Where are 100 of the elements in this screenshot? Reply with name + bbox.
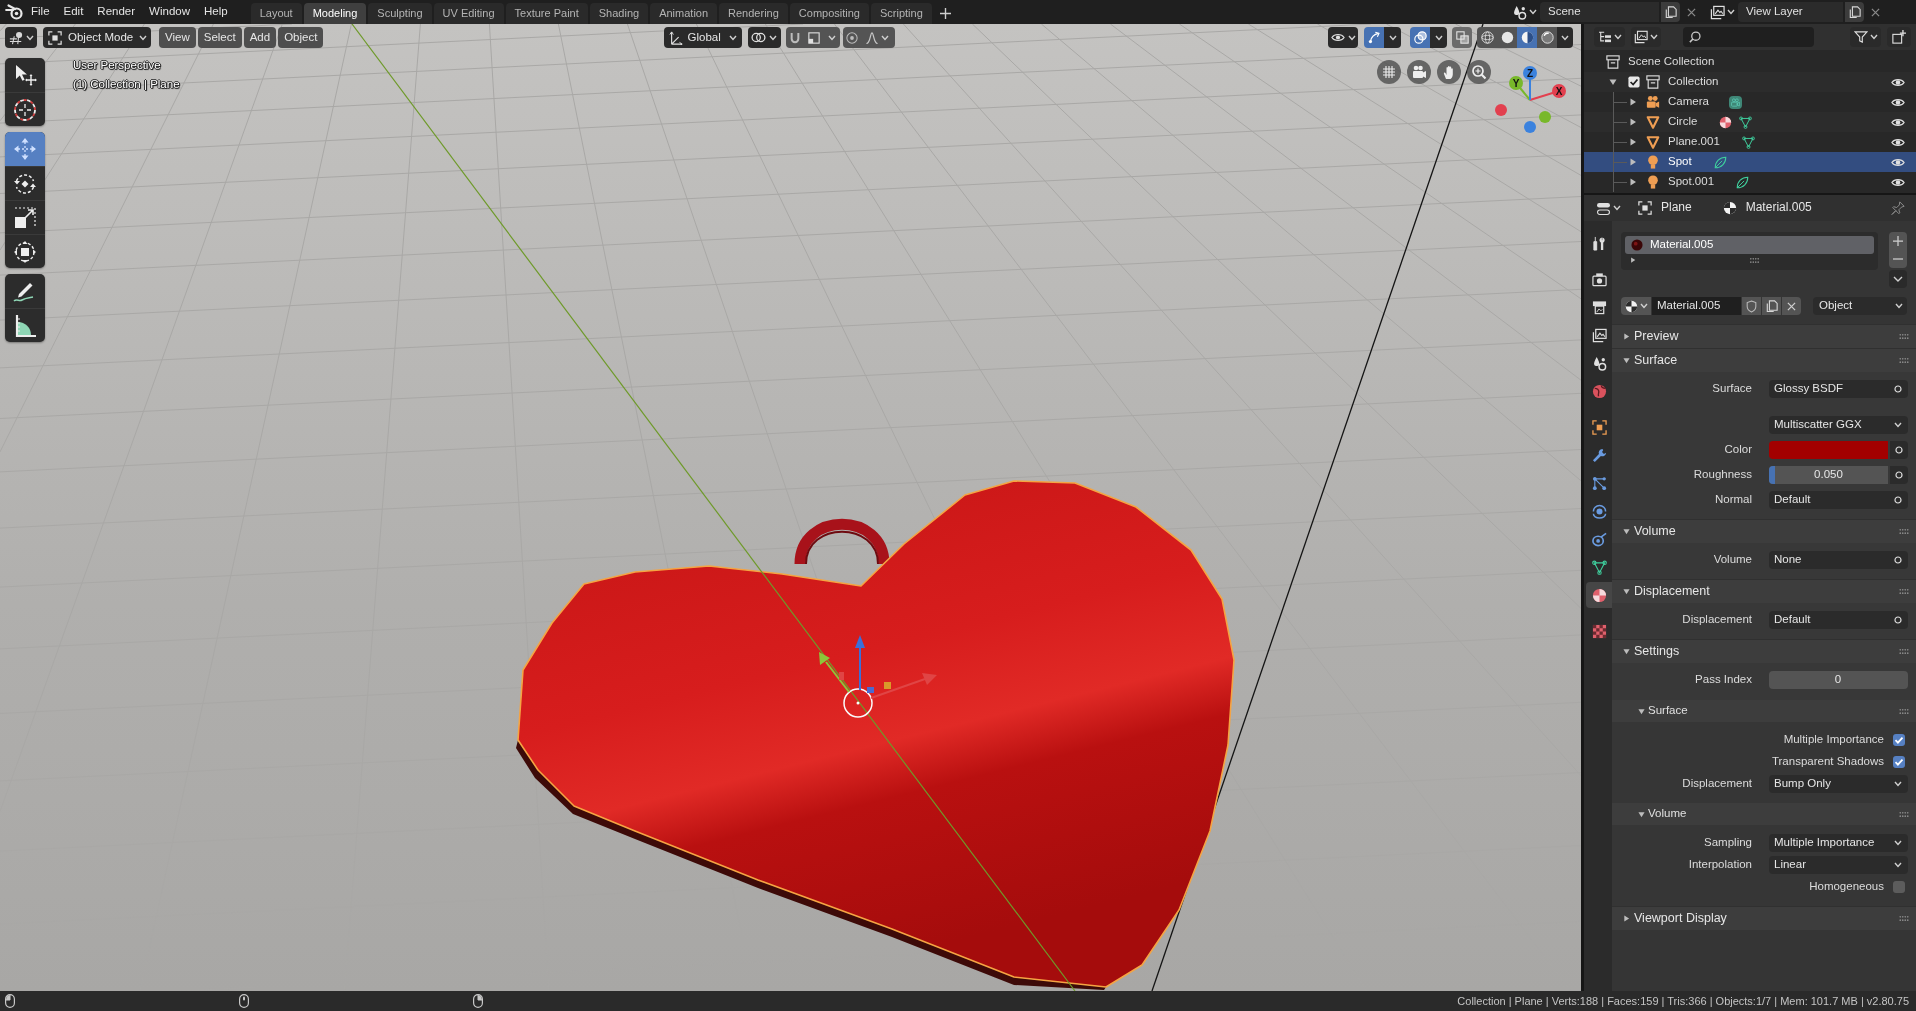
eye-icon[interactable] [1891, 176, 1905, 188]
menu-button[interactable]: Add [243, 27, 277, 48]
dropdown-button[interactable] [1384, 27, 1401, 48]
pin-icon[interactable] [1891, 201, 1905, 215]
eye-icon[interactable] [1891, 156, 1905, 168]
axis-handle[interactable] [1524, 121, 1536, 133]
editor-type-button[interactable] [5, 27, 37, 48]
link-dropdown[interactable]: Object [1813, 297, 1907, 315]
collapsed-arrow-icon[interactable] [1629, 158, 1637, 166]
unlink-button[interactable] [1782, 297, 1801, 315]
menu-button[interactable]: View [159, 27, 196, 48]
checkbox[interactable] [1893, 756, 1905, 768]
workspace-tab[interactable]: Scripting [870, 3, 932, 24]
eye-icon[interactable] [1891, 96, 1905, 108]
socket-button[interactable] [1890, 441, 1908, 459]
scene-name-field[interactable]: Scene [1540, 2, 1659, 22]
collapsed-arrow-icon[interactable] [1629, 178, 1637, 186]
collapsed-arrow-icon[interactable] [1630, 257, 1636, 263]
snap-toggle-button[interactable] [785, 27, 804, 48]
falloff-button[interactable] [860, 27, 895, 48]
3d-viewport[interactable]: Object Mode View Select Add Object Global User Perspective (1) Collection | Plane X Y Z [0, 24, 1581, 991]
socket-field[interactable]: Glossy BSDF [1769, 380, 1908, 398]
resize-grip-icon[interactable] [1750, 257, 1759, 263]
menu-button[interactable]: Object [278, 27, 324, 48]
outliner-row[interactable]: Scene Collection [1584, 52, 1916, 72]
add-workspace-icon[interactable] [939, 8, 951, 19]
slider-field[interactable]: 0.050 [1769, 466, 1888, 484]
dropdown-button[interactable] [1430, 27, 1447, 48]
display-mode-dropdown[interactable] [1594, 27, 1625, 47]
app-logo-icon[interactable] [5, 4, 23, 20]
pivot-dropdown[interactable] [747, 27, 781, 48]
view-layer-dropdown[interactable] [1631, 27, 1661, 47]
duplicate-button[interactable] [1661, 2, 1680, 22]
collapsed-arrow-icon[interactable] [1629, 98, 1637, 106]
eye-icon[interactable] [1891, 116, 1905, 128]
dropdown-field[interactable]: Linear [1769, 856, 1908, 874]
shading-menu-button[interactable] [1557, 27, 1573, 48]
fake-user-button[interactable] [1742, 297, 1761, 315]
menu-item[interactable]: Window [142, 3, 197, 21]
workspace-tab[interactable]: Layout [250, 3, 302, 24]
workspace-tab[interactable]: Texture Paint [505, 3, 588, 24]
panel-header[interactable]: Settings [1612, 639, 1916, 663]
socket-button[interactable] [1890, 466, 1908, 484]
zoom-icon[interactable] [1467, 60, 1491, 84]
gizmo-toggle-button[interactable] [1364, 27, 1384, 48]
axis-handle[interactable] [1539, 111, 1551, 123]
expanded-arrow-icon[interactable] [1609, 78, 1617, 86]
new-collection-button[interactable] [1887, 27, 1911, 47]
checkbox[interactable] [1628, 76, 1640, 88]
panel-header[interactable]: Displacement [1612, 579, 1916, 603]
shading-mode-button[interactable] [1477, 27, 1497, 48]
axis-handle[interactable] [1495, 104, 1507, 116]
filter-dropdown[interactable] [1850, 27, 1881, 47]
slot-menu-button[interactable] [1889, 270, 1907, 288]
grid-icon[interactable] [1377, 60, 1401, 84]
dropdown-field[interactable]: Bump Only [1769, 775, 1908, 793]
socket-field[interactable]: Default [1769, 491, 1908, 509]
search-field[interactable] [1683, 27, 1814, 47]
number-field[interactable]: 0 [1769, 671, 1908, 689]
workspace-tab[interactable]: Rendering [719, 3, 788, 24]
outliner-row[interactable]: Spot.001 [1584, 172, 1916, 192]
outliner-row[interactable]: Circle [1584, 112, 1916, 132]
duplicate-button[interactable] [1762, 297, 1781, 315]
panel-header[interactable]: Surface [1612, 348, 1916, 372]
heart-model[interactable] [516, 480, 1235, 990]
collapsed-arrow-icon[interactable] [1629, 118, 1637, 126]
outliner-row[interactable]: Spot [1584, 152, 1916, 172]
collapsed-arrow-icon[interactable] [1629, 138, 1637, 146]
menu-item[interactable]: Render [90, 3, 143, 21]
menu-item[interactable]: File [24, 3, 57, 21]
proportional-edit-button[interactable] [842, 27, 861, 48]
eye-icon[interactable] [1891, 136, 1905, 148]
duplicate-button[interactable] [1845, 2, 1864, 22]
browse-material-button[interactable] [1621, 297, 1651, 315]
socket-field[interactable]: Default [1769, 611, 1908, 629]
panel-header[interactable]: Preview [1612, 324, 1916, 348]
material-slot[interactable]: Material.005 [1625, 236, 1874, 254]
menu-button[interactable]: Select [197, 27, 242, 48]
panel-header[interactable]: Volume [1612, 519, 1916, 543]
material-name-field[interactable]: Material.005 [1652, 297, 1741, 315]
shading-mode-button[interactable] [1537, 27, 1557, 48]
view-layer-name-field[interactable]: View Layer [1738, 2, 1843, 22]
overlay-toggle-button[interactable] [1410, 27, 1430, 48]
visibility-dropdown[interactable] [1328, 27, 1358, 48]
mode-dropdown[interactable]: Object Mode [43, 27, 151, 48]
hand-icon[interactable] [1437, 60, 1461, 84]
outliner-row[interactable]: Collection [1584, 72, 1916, 92]
workspace-tab[interactable]: Animation [650, 3, 718, 24]
socket-field[interactable]: None [1769, 551, 1908, 569]
orientation-dropdown[interactable]: Global [663, 27, 742, 48]
workspace-tab[interactable]: Sculpting [368, 3, 432, 24]
workspace-tab[interactable]: Compositing [789, 3, 869, 24]
properties-tab[interactable] [1586, 582, 1612, 608]
panel-header[interactable]: Surface [1612, 700, 1916, 722]
workspace-tab[interactable]: Shading [589, 3, 649, 24]
eye-icon[interactable] [1891, 76, 1905, 88]
workspace-tab[interactable]: Modeling [303, 3, 367, 24]
add-slot-button[interactable] [1889, 232, 1907, 250]
checkbox[interactable] [1893, 734, 1905, 746]
shading-mode-button[interactable] [1497, 27, 1517, 48]
